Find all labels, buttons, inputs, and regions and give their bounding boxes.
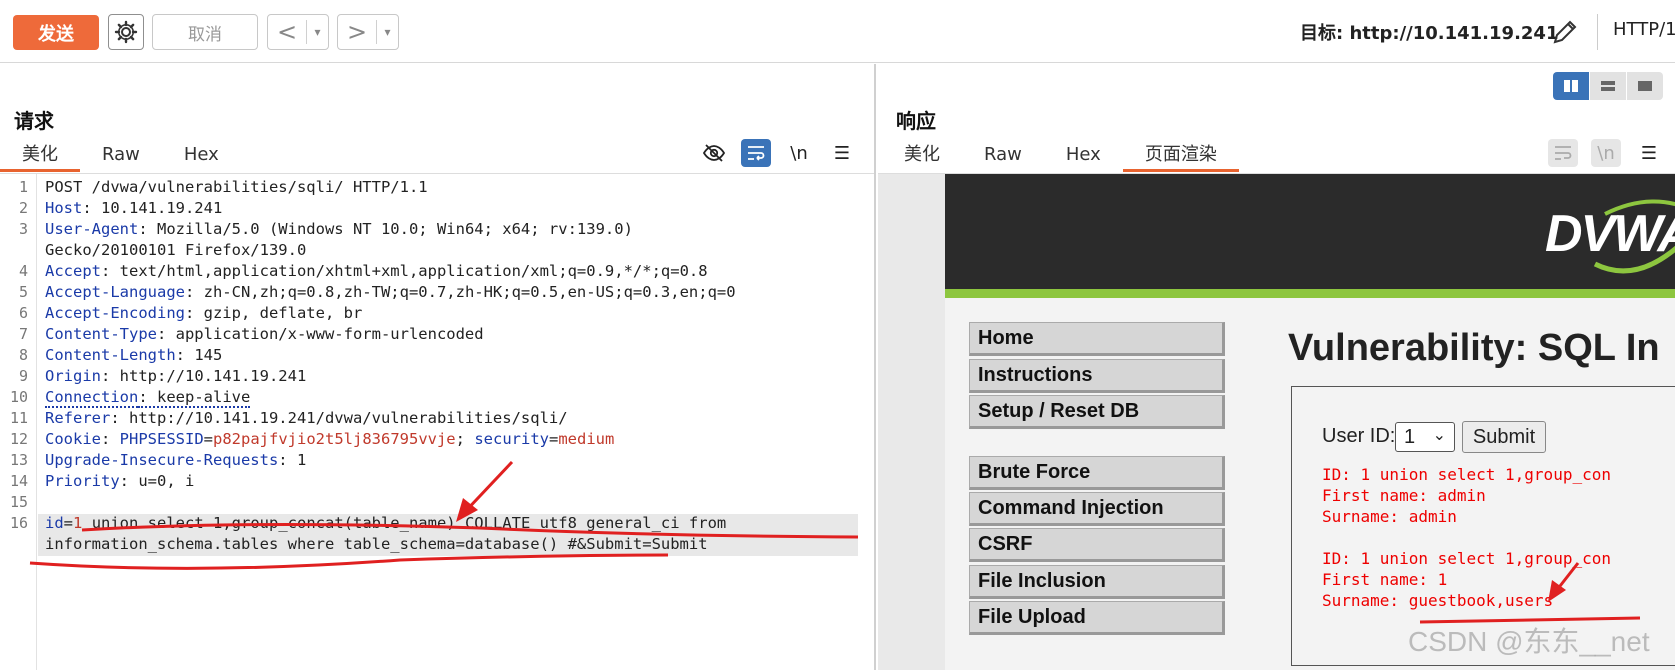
wrap-lines-icon[interactable]: [741, 139, 771, 167]
code-line: Content-Type: application/x-www-form-url…: [45, 325, 484, 343]
tab-pretty[interactable]: 美化: [0, 140, 80, 172]
result-line: ID: 1 union select 1,group_con: [1322, 549, 1611, 568]
line-number: 1: [18, 178, 28, 196]
menu-item[interactable]: Setup / Reset DB: [969, 395, 1225, 429]
tab-hex[interactable]: Hex: [1044, 140, 1123, 172]
code-line: Origin: http://10.141.19.241: [45, 367, 307, 385]
line-number: 15: [9, 493, 28, 511]
request-tabs: 美化 Raw Hex: [0, 140, 241, 172]
layout-single-icon[interactable]: [1627, 72, 1663, 100]
back-arrow-icon: <: [276, 18, 298, 46]
menu-item[interactable]: CSRF: [969, 528, 1225, 562]
submit-button[interactable]: Submit: [1462, 421, 1546, 453]
code-line: Content-Length: 145: [45, 346, 223, 364]
line-number: 10: [9, 388, 28, 406]
newline-toggle-icon[interactable]: \n: [1591, 139, 1621, 167]
settings-button[interactable]: [108, 14, 144, 50]
result-line: First name: 1: [1322, 570, 1448, 589]
page-heading: Vulnerability: SQL In: [1288, 327, 1660, 369]
line-number: 2: [18, 199, 28, 217]
layout-stacked-icon[interactable]: [1590, 72, 1626, 100]
dvwa-page: DVWA HomeInstructionsSetup / Reset DB Bru…: [945, 174, 1675, 670]
result-line: ID: 1 union select 1,group_con: [1322, 465, 1611, 484]
user-id-label: User ID:: [1322, 425, 1396, 447]
http-version-label[interactable]: HTTP/1: [1613, 19, 1675, 40]
code-line: Accept-Language: zh-CN,zh;q=0.8,zh-TW;q=…: [45, 283, 736, 301]
menu-icon[interactable]: ☰: [1634, 139, 1664, 167]
request-title: 请求: [14, 109, 54, 133]
line-number: 7: [18, 325, 28, 343]
code-line: Cookie: PHPSESSID=p82pajfvjio2t5lj836795…: [45, 430, 615, 448]
code-line: Host: 10.141.19.241: [45, 199, 223, 217]
menu-item[interactable]: Home: [969, 322, 1225, 356]
top-toolbar: 发送 取消 < ▾ > ▾ 目标: http://10.141.19.241 H…: [0, 0, 1675, 63]
result-line: Surname: guestbook,users: [1322, 591, 1554, 610]
tab-hex[interactable]: Hex: [162, 140, 241, 172]
line-number: 13: [9, 451, 28, 469]
forward-arrow-icon: >: [346, 18, 368, 46]
wrap-lines-icon[interactable]: [1548, 139, 1578, 167]
menu-item[interactable]: File Upload: [969, 601, 1225, 635]
hide-eye-icon[interactable]: [699, 139, 729, 167]
line-number: 9: [18, 367, 28, 385]
line-number: 11: [9, 409, 28, 427]
code-line: Priority: u=0, i: [45, 472, 195, 490]
user-id-select[interactable]: 1 ⌄: [1395, 422, 1455, 452]
chevron-down-icon[interactable]: ▾: [377, 25, 398, 39]
line-number: 8: [18, 346, 28, 364]
request-editor[interactable]: 1 POST /dvwa/vulnerabilities/sqli/ HTTP/1…: [0, 174, 874, 670]
code-line: User-Agent: Mozilla/5.0 (Windows NT 10.0…: [45, 220, 633, 238]
code-line: Connection: keep-alive: [45, 388, 251, 408]
forward-button[interactable]: > ▾: [337, 14, 399, 50]
line-number: 5: [18, 283, 28, 301]
dvwa-header: DVWA: [945, 174, 1675, 298]
code-line: Gecko/20100101 Firefox/139.0: [45, 241, 307, 259]
response-tabs: 美化 Raw Hex 页面渲染: [882, 140, 1239, 172]
newline-toggle-icon[interactable]: \n: [784, 139, 814, 167]
tab-pretty[interactable]: 美化: [882, 140, 962, 172]
tab-render[interactable]: 页面渲染: [1122, 140, 1239, 172]
menu-item[interactable]: Brute Force: [969, 456, 1225, 490]
back-button[interactable]: < ▾: [267, 14, 329, 50]
line-number: 16: [9, 514, 28, 532]
panel-divider[interactable]: [874, 64, 876, 670]
target-label: 目标: http://10.141.19.241: [1300, 23, 1559, 44]
response-title: 响应: [896, 109, 936, 133]
line-number: 3: [18, 220, 28, 238]
rendered-page: DVWA HomeInstructionsSetup / Reset DB Bru…: [878, 174, 1675, 670]
line-number: 6: [18, 304, 28, 322]
line-number: 12: [9, 430, 28, 448]
tab-raw[interactable]: Raw: [80, 140, 162, 172]
menu-icon[interactable]: ☰: [827, 139, 857, 167]
result-line: Surname: admin: [1322, 507, 1457, 526]
code-line: Accept: text/html,application/xhtml+xml,…: [45, 262, 708, 280]
menu-item[interactable]: Command Injection: [969, 492, 1225, 526]
layout-side-by-side-icon[interactable]: [1553, 72, 1589, 100]
code-line: Referer: http://10.141.19.241/dvwa/vulne…: [45, 409, 568, 427]
edit-pencil-icon[interactable]: [1549, 16, 1581, 48]
menu-item[interactable]: Instructions: [969, 359, 1225, 393]
tab-raw[interactable]: Raw: [962, 140, 1044, 172]
chevron-down-icon: ⌄: [1432, 427, 1446, 444]
line-number: 4: [18, 262, 28, 280]
watermark: CSDN @东东__net: [1408, 626, 1650, 657]
line-number: 14: [9, 472, 28, 490]
code-line: id=1 union select 1,group_concat(table_n…: [45, 514, 727, 532]
code-line: information_schema.tables where table_sc…: [45, 535, 708, 553]
code-line: Upgrade-Insecure-Requests: 1: [45, 451, 307, 469]
chevron-down-icon[interactable]: ▾: [307, 25, 328, 39]
code-line: POST /dvwa/vulnerabilities/sqli/ HTTP/1.…: [45, 178, 428, 196]
menu-item[interactable]: File Inclusion: [969, 565, 1225, 599]
result-line: First name: admin: [1322, 486, 1486, 505]
send-button[interactable]: 发送: [13, 15, 99, 50]
logo-swoosh-icon: [1593, 199, 1675, 274]
code-line: Accept-Encoding: gzip, deflate, br: [45, 304, 363, 322]
cancel-button[interactable]: 取消: [152, 14, 258, 50]
gear-icon: [114, 20, 138, 44]
